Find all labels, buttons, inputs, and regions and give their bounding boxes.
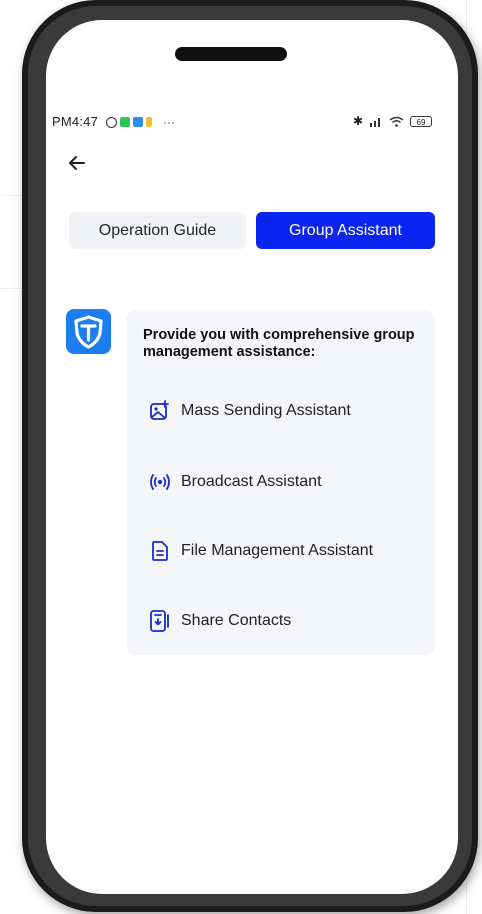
feature-file-management[interactable]: File Management Assistant — [148, 538, 373, 564]
feature-label: Broadcast Assistant — [181, 473, 322, 490]
app-logo — [66, 309, 111, 354]
alarm-icon — [106, 116, 117, 128]
feature-label: Share Contacts — [181, 612, 292, 629]
card-title: Provide you with comprehensive group man… — [143, 327, 415, 360]
phone-speaker — [175, 47, 287, 61]
notification-icons: ··· — [106, 115, 175, 129]
feature-label: File Management Assistant — [181, 542, 374, 559]
feature-mass-sending[interactable]: Mass Sending Assistant — [148, 398, 351, 424]
app-notification-icon — [120, 117, 130, 127]
image-send-icon — [150, 400, 169, 420]
feature-share-contacts[interactable]: Share Contacts — [148, 608, 291, 634]
app-notification-icon — [146, 117, 152, 127]
share-contacts-icon — [150, 610, 169, 632]
wifi-icon — [389, 116, 404, 127]
status-time: PM4:47 — [52, 114, 99, 129]
tab-group-assistant[interactable]: Group Assistant — [256, 212, 435, 249]
app-notification-icon — [133, 117, 143, 127]
tab-operation-guide[interactable]: Operation Guide — [69, 212, 246, 249]
more-notifications: ··· — [163, 115, 175, 129]
bluetooth-icon: ✱ — [352, 114, 363, 128]
back-arrow-icon[interactable] — [66, 152, 88, 174]
broadcast-icon — [150, 474, 170, 490]
shield-logo-icon — [74, 315, 103, 349]
feature-label: Mass Sending Assistant — [181, 402, 351, 419]
system-icons: ✱ 69 — [353, 114, 432, 128]
feature-broadcast[interactable]: Broadcast Assistant — [148, 469, 322, 495]
file-icon — [152, 541, 168, 561]
signal-icon — [370, 117, 380, 127]
battery-icon: 69 — [410, 115, 432, 127]
status-bar: PM4:47 ··· ✱ 69 — [52, 114, 432, 132]
